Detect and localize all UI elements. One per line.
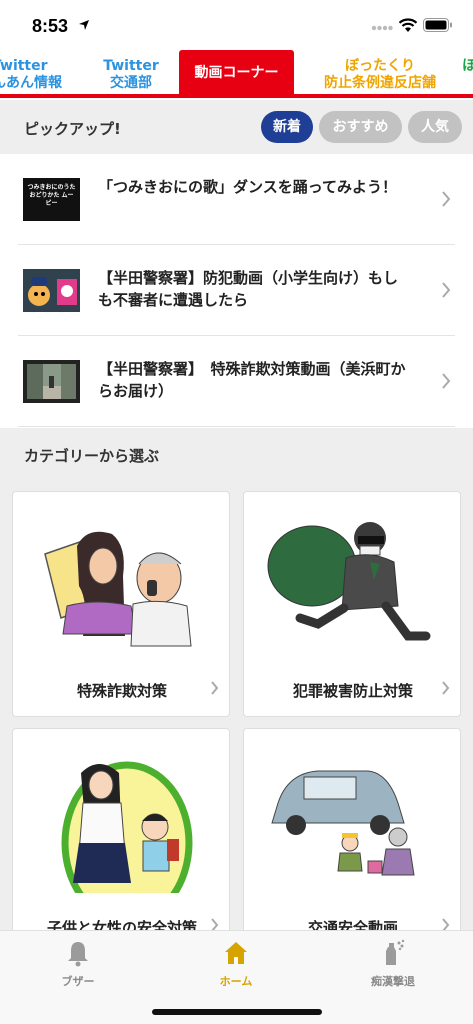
video-thumbnail: つみきおにのうた おどりかた ムービー (23, 178, 80, 221)
wifi-icon (398, 18, 418, 32)
category-label: 犯罪被害防止対策 (292, 682, 413, 700)
chevron-right-icon (211, 918, 219, 930)
nav-buzzer[interactable]: ブザー (33, 939, 123, 989)
chevron-right-icon (442, 282, 451, 298)
home-icon (225, 942, 247, 964)
category-label: 特殊詐欺対策 (76, 682, 167, 700)
tab-label-sub: んあん情報 (0, 75, 62, 91)
schoolgirl-boy-illustration (61, 761, 193, 893)
video-title: 【半田警察署】 特殊詐欺対策動画（美浜町からお届け） (98, 360, 406, 400)
category-grid: 特殊詐欺対策 犯罪被害防止対策 子供と女性の安全対策 交通安全動画 (0, 480, 473, 930)
tab-bottakuri[interactable]: ぼったくり 防止条例違反店舗 (300, 52, 460, 96)
video-title: 「つみきおにの歌」ダンスを踊ってみよう！ (98, 178, 397, 196)
chevron-right-icon (442, 373, 451, 389)
tab-label: Twitter (0, 58, 48, 74)
bell-icon (68, 942, 88, 967)
category-title: カテゴリーから選ぶ (24, 447, 160, 465)
signal-icon (371, 25, 393, 31)
thumbnail-caption: つみきおにのうた おどりかた ムービー (27, 184, 76, 207)
pickup-title: ピックアップ! (24, 120, 121, 138)
tab-next-partial[interactable]: ほ (462, 52, 473, 96)
tab-label-sub: 防止条例違反店舗 (324, 75, 436, 91)
nav-home[interactable]: ホーム (191, 939, 281, 989)
category-label: 交通安全動画 (307, 919, 398, 930)
chevron-right-icon (211, 681, 219, 695)
nav-label: ブザー (61, 975, 95, 988)
location-arrow-icon (79, 20, 89, 30)
video-title: 【半田警察署】防犯動画（小学生向け）もしも不審者に遭遇したら (98, 269, 399, 309)
tab-twitter-anshin[interactable]: Twitter んあん情報 (0, 52, 62, 96)
battery-icon (423, 18, 452, 32)
category-card-women-children[interactable]: 子供と女性の安全対策 (12, 728, 230, 930)
home-indicator[interactable] (152, 1009, 322, 1015)
category-card-fraud[interactable]: 特殊詐欺対策 (12, 491, 230, 717)
tab-label-sub: 交通部 (110, 75, 152, 91)
chevron-right-icon (442, 918, 450, 930)
category-header: カテゴリーから選ぶ (0, 428, 473, 480)
tab-video-corner[interactable]: 動画コーナー (179, 50, 294, 98)
nav-label: ホーム (219, 975, 253, 988)
spray-icon (386, 939, 405, 965)
chevron-right-icon (442, 681, 450, 695)
nav-anti-molester[interactable]: 痴漢撃退 (348, 939, 438, 989)
fraud-illustration (44, 531, 192, 647)
filter-popular-button[interactable]: 人気 (408, 111, 462, 143)
tab-label: ぼったくり (345, 58, 415, 74)
list-item[interactable]: 【半田警察署】 特殊詐欺対策動画（美浜町からお届け） (18, 336, 455, 427)
chevron-right-icon (442, 191, 451, 207)
thief-illustration (267, 522, 431, 641)
status-time: 8:53 (32, 16, 69, 36)
traffic-illustration (271, 770, 415, 876)
category-card-crime-prevention[interactable]: 犯罪被害防止対策 (243, 491, 461, 717)
tab-label: 動画コーナー (194, 65, 279, 81)
pickup-header: ピックアップ! 新着 おすすめ 人気 (0, 100, 473, 154)
list-item[interactable]: 【半田警察署】防犯動画（小学生向け）もしも不審者に遭遇したら (18, 245, 455, 336)
tab-label: Twitter (103, 58, 159, 74)
video-list: つみきおにのうた おどりかた ムービー 「つみきおにの歌」ダンスを踊ってみよう！… (0, 154, 473, 427)
category-label: 子供と女性の安全対策 (46, 919, 197, 930)
tab-twitter-traffic[interactable]: Twitter 交通部 (90, 52, 172, 96)
video-thumbnail (23, 269, 80, 312)
bottom-navigation: ブザー ホーム 痴漢撃退 (0, 930, 473, 1024)
list-item[interactable]: つみきおにのうた おどりかた ムービー 「つみきおにの歌」ダンスを踊ってみよう！ (18, 154, 455, 245)
video-thumbnail (23, 360, 80, 403)
filter-new-button[interactable]: 新着 (261, 111, 313, 143)
status-bar: 8:53 (0, 0, 473, 50)
street-scene-thumbnail (23, 360, 80, 403)
police-mascot-thumbnail (23, 269, 80, 312)
filter-recommended-button[interactable]: おすすめ (319, 111, 402, 143)
category-card-traffic-safety[interactable]: 交通安全動画 (243, 728, 461, 930)
category-tab-bar: Twitter んあん情報 Twitter 交通部 動画コーナー ぼったくり 防… (0, 50, 473, 98)
tab-label: ほ (462, 58, 473, 74)
nav-label: 痴漢撃退 (371, 975, 415, 988)
